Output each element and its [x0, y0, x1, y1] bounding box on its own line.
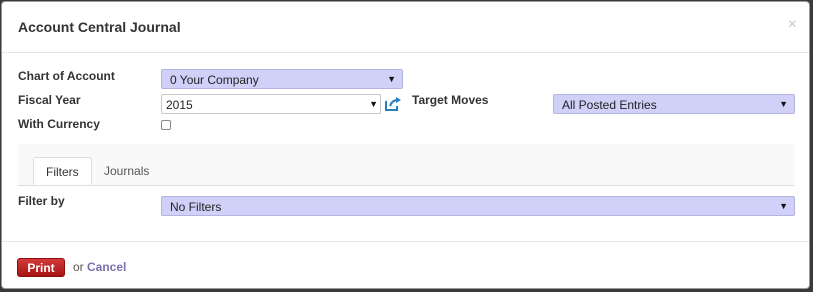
caret-down-icon: ▼ [779, 201, 788, 211]
print-button[interactable]: Print [17, 258, 65, 277]
tab-journals[interactable]: Journals [92, 157, 161, 185]
caret-down-icon: ▼ [369, 99, 378, 109]
tabs-bar: Filters Journals [18, 144, 794, 186]
fiscal-year-select[interactable]: 2015 ▼ [161, 94, 381, 114]
cancel-link[interactable]: Cancel [87, 260, 126, 274]
filter-by-value: No Filters [170, 200, 222, 214]
target-moves-select[interactable]: All Posted Entries ▼ [553, 94, 795, 114]
close-icon[interactable]: × [788, 17, 797, 33]
caret-down-icon: ▼ [387, 74, 396, 84]
dialog-header: Account Central Journal × [2, 2, 809, 53]
dialog-footer: Print or Cancel [2, 241, 809, 288]
filter-by-select[interactable]: No Filters ▼ [161, 196, 795, 216]
filter-by-label: Filter by [18, 194, 65, 208]
with-currency-label: With Currency [18, 117, 100, 131]
fiscal-year-label: Fiscal Year [18, 93, 81, 107]
dialog-title: Account Central Journal [18, 19, 181, 35]
tab-filters[interactable]: Filters [33, 157, 92, 185]
target-moves-label: Target Moves [412, 93, 489, 107]
chart-of-account-label: Chart of Account [18, 69, 115, 83]
account-central-journal-dialog: Account Central Journal × Chart of Accou… [1, 1, 810, 289]
chart-of-account-select[interactable]: 0 Your Company ▼ [161, 69, 403, 89]
caret-down-icon: ▼ [779, 99, 788, 109]
with-currency-checkbox[interactable] [161, 120, 171, 130]
target-moves-value: All Posted Entries [562, 98, 657, 112]
chart-of-account-value: 0 Your Company [170, 73, 259, 87]
or-text: or [73, 260, 84, 274]
fiscal-year-value: 2015 [166, 98, 193, 112]
external-link-icon[interactable] [384, 96, 402, 112]
